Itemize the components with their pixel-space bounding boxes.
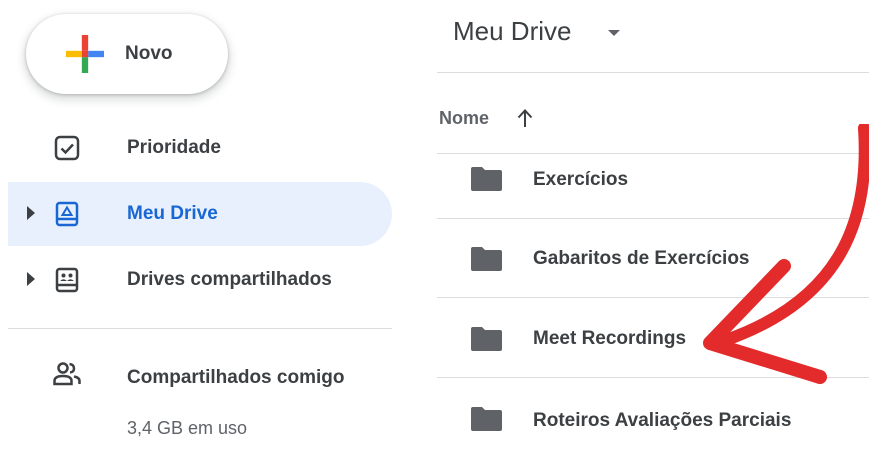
people-icon [53, 362, 81, 386]
sidebar-item-my-drive[interactable]: Meu Drive [8, 182, 392, 246]
priority-checkbox-icon [54, 135, 80, 161]
sidebar-divider [8, 328, 392, 329]
my-drive-icon [55, 201, 79, 227]
folder-icon [471, 407, 502, 431]
folder-icon [471, 167, 502, 191]
file-name: Roteiros Avaliações Parciais [533, 410, 792, 431]
sidebar-item-label: Meu Drive [127, 203, 218, 224]
expand-caret-icon[interactable] [27, 272, 35, 286]
column-header-name[interactable]: Nome [439, 108, 489, 129]
file-name: Meet Recordings [533, 328, 687, 349]
annotation-arrow-icon [703, 124, 869, 384]
plus-icon [66, 35, 104, 73]
folder-icon [471, 247, 502, 271]
sidebar-item-label: Compartilhados comigo [127, 367, 345, 388]
sort-ascending-icon[interactable] [515, 107, 535, 129]
sidebar-item-label: Prioridade [127, 137, 221, 158]
sidebar-item-priority[interactable]: Prioridade [8, 116, 392, 180]
sidebar-item-label: Drives compartilhados [127, 269, 332, 290]
sidebar-item-shared-with-me[interactable]: Compartilhados comigo [8, 346, 392, 410]
shared-drives-icon [55, 267, 79, 293]
sidebar-item-shared-drives[interactable]: Drives compartilhados [8, 248, 392, 312]
new-button[interactable]: Novo [26, 14, 228, 94]
file-name: Exercícios [533, 169, 629, 190]
new-button-label: Novo [125, 43, 173, 64]
storage-usage: 3,4 GB em uso [127, 418, 248, 438]
header-divider [437, 72, 869, 73]
title-dropdown-icon[interactable] [608, 30, 620, 36]
folder-icon [471, 327, 502, 351]
expand-caret-icon[interactable] [27, 206, 35, 220]
page-title[interactable]: Meu Drive [453, 16, 571, 47]
